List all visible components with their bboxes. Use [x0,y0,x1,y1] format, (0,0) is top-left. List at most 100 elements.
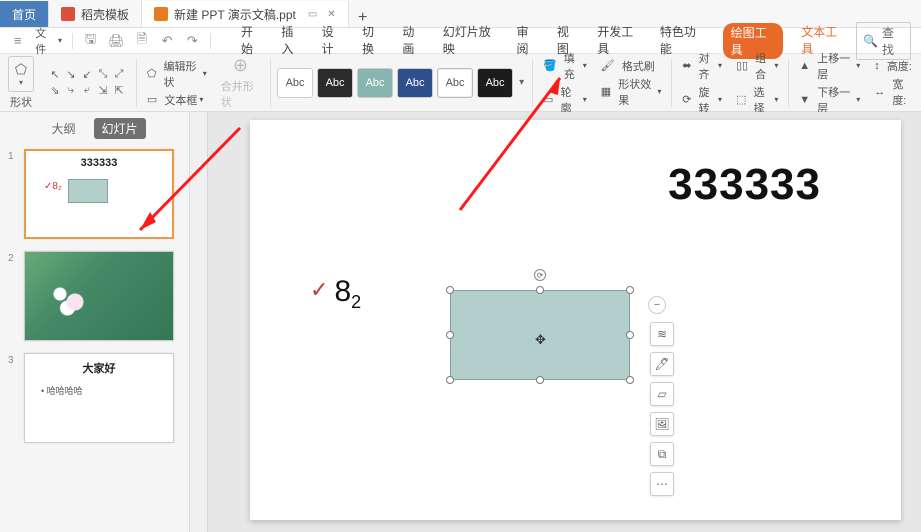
slide-title-text[interactable]: 333333 [668,160,821,210]
brush-icon: 🖌 [601,59,615,72]
line-icon[interactable]: ⤢ [112,68,126,82]
line-icon[interactable]: ↘ [64,68,78,82]
float-pen-button[interactable]: 🖊 [650,352,674,376]
select-button[interactable]: ⬚ 选择▾ [736,84,778,116]
file-menu[interactable]: 文件▾ [35,25,62,57]
fill-button[interactable]: 🪣 填充▾ [543,50,587,82]
style-swatch-4[interactable]: Abc [397,68,433,98]
menu-design[interactable]: 设计 [322,23,344,59]
float-shape-button[interactable]: ▱ [650,382,674,406]
chevron-down-icon: ▾ [19,78,23,87]
restore-icon[interactable]: ▭ [308,9,317,20]
resize-handle-bl[interactable] [446,376,454,384]
bullet-text: 82 [334,275,361,313]
redo-icon[interactable]: ↷ [185,33,200,49]
menu-animation[interactable]: 动画 [402,23,424,59]
pane-tab-slides[interactable]: 幻灯片 [94,118,146,139]
thumb-number: 3 [8,353,18,443]
menu-slideshow[interactable]: 幻灯片放映 [443,23,499,59]
format-brush-button[interactable]: 🖌 格式刷 [601,58,655,74]
slide-panel: 大纲 幻灯片 1 333333 ✓8₂ 2 3 大家好 • 哈哈哈哈 [0,112,190,532]
resize-handle-tm[interactable] [536,286,544,294]
outline-button[interactable]: ▭ 轮廓▾ [543,84,587,116]
resize-handle-tr[interactable] [626,286,634,294]
rotate-handle[interactable]: ⟳ [534,269,546,281]
menu-devtools[interactable]: 开发工具 [597,23,642,59]
line-icon[interactable]: ⇘ [48,84,62,98]
paint-bucket-icon: 🪣 [543,59,557,72]
pane-tab-outline[interactable]: 大纲 [43,118,83,139]
style-swatch-2[interactable]: Abc [317,68,353,98]
shape-insert-group: ⬠ ▾ 形状 [4,56,38,110]
width-field[interactable]: ↔ 宽度: [874,76,913,108]
separator [788,59,789,107]
fill-outline-group: 🪣 填充▾ ▭ 轮廓▾ [539,56,591,110]
collapse-float-button[interactable]: − [648,296,666,314]
height-field[interactable]: ↕ 高度: [874,58,912,74]
slide-canvas[interactable]: 333333 ✓ 82 ⟳ ✥ − ≋ 🖊 ▱ [250,120,901,520]
edit-shape-button[interactable]: ⬠ 编辑形状▾ [147,58,207,90]
line-icon[interactable]: ⤡ [96,68,110,82]
menu-icon[interactable]: ≡ [10,33,25,49]
ppt-icon [154,7,168,21]
undo-icon[interactable]: ↶ [159,33,174,49]
float-image-button[interactable]: 🖼 [650,412,674,436]
line-icon[interactable]: ⇲ [96,84,110,98]
slide-thumb-3[interactable]: 大家好 • 哈哈哈哈 [24,353,174,443]
style-swatch-3[interactable]: Abc [357,68,393,98]
thumb-row: 3 大家好 • 哈哈哈哈 [8,353,181,443]
preview-icon[interactable]: 🗎 [134,33,149,49]
save-icon[interactable]: 🖫 [83,33,98,49]
style-swatch-6[interactable]: Abc [477,68,513,98]
layer-up-icon: ▲ [799,60,810,72]
group-button[interactable]: ▯▯ 组合▾ [736,50,778,82]
pane-tabs: 大纲 幻灯片 [0,112,189,145]
line-style-grid[interactable]: ↖↘↙⤡⤢ ⇘⤷⤶⇲⇱ [48,68,126,98]
align-button[interactable]: ⬌ 对齐▾ [682,50,722,82]
bring-forward-button[interactable]: ▲ 上移一层▾ [799,50,860,82]
floating-toolbar: ≋ 🖊 ▱ 🖼 ⧉ ⋯ [650,322,674,496]
shape-label: 形状 [10,94,32,110]
float-layers-button[interactable]: ≋ [650,322,674,346]
menu-start[interactable]: 开始 [241,23,263,59]
slide-thumb-1[interactable]: 333333 ✓8₂ [24,149,174,239]
menu-review[interactable]: 审阅 [517,23,539,59]
thumb-number: 2 [8,251,18,341]
line-icon[interactable]: ↙ [80,68,94,82]
style-swatch-1[interactable]: Abc [277,68,313,98]
shape-dropdown[interactable]: ⬠ ▾ [8,56,34,92]
tab-label: 新建 PPT 演示文稿.ppt [174,6,296,23]
line-icon[interactable]: ⇱ [112,84,126,98]
merge-icon[interactable]: ⊕ [233,55,248,76]
resize-handle-bm[interactable] [536,376,544,384]
thumb-title: 大家好 [25,360,173,376]
rotate-button[interactable]: ⟳ 旋转▾ [682,84,722,116]
line-icon[interactable]: ↖ [48,68,62,82]
tab-home[interactable]: 首页 [0,1,49,27]
line-icon[interactable]: ⤶ [80,84,94,98]
resize-handle-br[interactable] [626,376,634,384]
resize-handle-ml[interactable] [446,331,454,339]
style-swatch-5[interactable]: Abc [437,68,473,98]
thumbnail-list: 1 333333 ✓8₂ 2 3 大家好 • 哈哈哈哈 [0,145,189,532]
line-icon[interactable]: ⤷ [64,84,78,98]
textbox-button[interactable]: ▭ 文本框▾ [147,92,203,108]
layer-down-icon: ▼ [799,94,810,106]
print-icon[interactable]: 🖨 [108,33,124,49]
vertical-ruler [190,112,208,532]
slide-thumb-2[interactable] [24,251,174,341]
float-more-button[interactable]: ⋯ [650,472,674,496]
resize-handle-tl[interactable] [446,286,454,294]
bullet-item[interactable]: ✓ 82 [310,275,361,313]
line-grid-group: ↖↘↙⤡⤢ ⇘⤷⤶⇲⇱ [44,56,130,110]
close-icon[interactable]: ✕ [327,9,335,20]
tab-docx-template[interactable]: 稻壳模板 [49,1,142,27]
send-backward-button[interactable]: ▼ 下移一层▾ [799,84,860,116]
float-crop-button[interactable]: ⧉ [650,442,674,466]
menu-insert[interactable]: 插入 [281,23,303,59]
menu-transition[interactable]: 切换 [362,23,384,59]
search-box[interactable]: 🔍 查找 [856,22,911,60]
shape-effect-button[interactable]: ▦ 形状效果▾ [601,76,662,108]
resize-handle-mr[interactable] [626,331,634,339]
gallery-more-button[interactable]: ▾ [517,77,526,88]
